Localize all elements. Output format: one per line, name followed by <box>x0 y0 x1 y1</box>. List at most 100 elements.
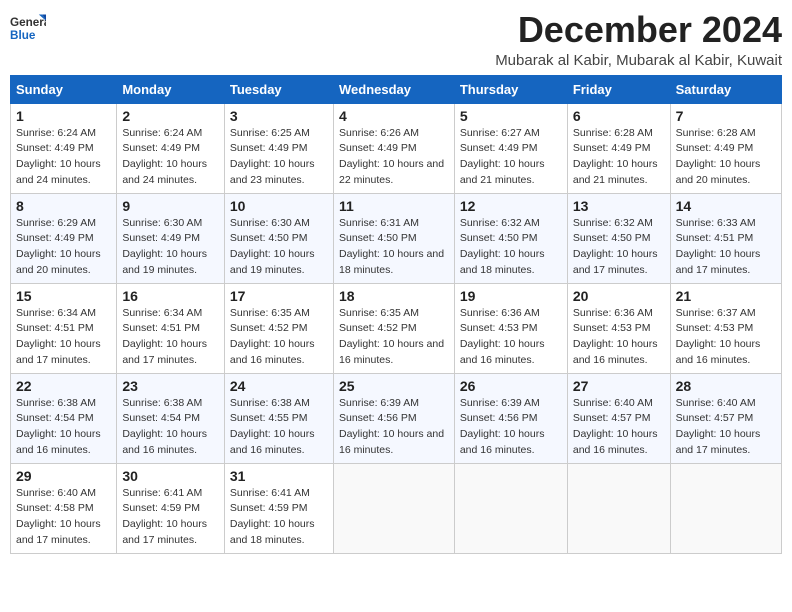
day-info: Sunrise: 6:40 AMSunset: 4:58 PMDaylight:… <box>16 487 101 546</box>
day-info: Sunrise: 6:32 AMSunset: 4:50 PMDaylight:… <box>460 217 545 276</box>
calendar-cell: 6 Sunrise: 6:28 AMSunset: 4:49 PMDayligh… <box>567 103 670 193</box>
day-number: 30 <box>122 468 219 484</box>
calendar-table: Sunday Monday Tuesday Wednesday Thursday… <box>10 75 782 554</box>
calendar-cell: 23 Sunrise: 6:38 AMSunset: 4:54 PMDaylig… <box>117 373 225 463</box>
logo: General Blue <box>10 10 48 46</box>
day-info: Sunrise: 6:40 AMSunset: 4:57 PMDaylight:… <box>573 397 658 456</box>
day-info: Sunrise: 6:34 AMSunset: 4:51 PMDaylight:… <box>16 307 101 366</box>
calendar-cell: 10 Sunrise: 6:30 AMSunset: 4:50 PMDaylig… <box>224 193 333 283</box>
calendar-cell: 12 Sunrise: 6:32 AMSunset: 4:50 PMDaylig… <box>454 193 567 283</box>
day-info: Sunrise: 6:25 AMSunset: 4:49 PMDaylight:… <box>230 127 315 186</box>
day-info: Sunrise: 6:34 AMSunset: 4:51 PMDaylight:… <box>122 307 207 366</box>
day-number: 9 <box>122 198 219 214</box>
day-info: Sunrise: 6:26 AMSunset: 4:49 PMDaylight:… <box>339 127 444 186</box>
calendar-cell: 20 Sunrise: 6:36 AMSunset: 4:53 PMDaylig… <box>567 283 670 373</box>
day-info: Sunrise: 6:27 AMSunset: 4:49 PMDaylight:… <box>460 127 545 186</box>
calendar-cell: 8 Sunrise: 6:29 AMSunset: 4:49 PMDayligh… <box>11 193 117 283</box>
day-number: 24 <box>230 378 328 394</box>
day-info: Sunrise: 6:29 AMSunset: 4:49 PMDaylight:… <box>16 217 101 276</box>
day-info: Sunrise: 6:24 AMSunset: 4:49 PMDaylight:… <box>16 127 101 186</box>
day-number: 23 <box>122 378 219 394</box>
day-number: 27 <box>573 378 665 394</box>
day-number: 6 <box>573 108 665 124</box>
calendar-cell: 9 Sunrise: 6:30 AMSunset: 4:49 PMDayligh… <box>117 193 225 283</box>
calendar-cell: 7 Sunrise: 6:28 AMSunset: 4:49 PMDayligh… <box>670 103 781 193</box>
day-number: 1 <box>16 108 111 124</box>
day-info: Sunrise: 6:33 AMSunset: 4:51 PMDaylight:… <box>676 217 761 276</box>
col-tuesday: Tuesday <box>224 75 333 103</box>
day-number: 15 <box>16 288 111 304</box>
day-number: 16 <box>122 288 219 304</box>
day-info: Sunrise: 6:37 AMSunset: 4:53 PMDaylight:… <box>676 307 761 366</box>
calendar-cell: 25 Sunrise: 6:39 AMSunset: 4:56 PMDaylig… <box>333 373 454 463</box>
col-friday: Friday <box>567 75 670 103</box>
day-number: 21 <box>676 288 776 304</box>
day-info: Sunrise: 6:41 AMSunset: 4:59 PMDaylight:… <box>230 487 315 546</box>
day-info: Sunrise: 6:30 AMSunset: 4:50 PMDaylight:… <box>230 217 315 276</box>
day-number: 14 <box>676 198 776 214</box>
day-info: Sunrise: 6:28 AMSunset: 4:49 PMDaylight:… <box>573 127 658 186</box>
calendar-week-row: 22 Sunrise: 6:38 AMSunset: 4:54 PMDaylig… <box>11 373 782 463</box>
day-number: 31 <box>230 468 328 484</box>
day-info: Sunrise: 6:39 AMSunset: 4:56 PMDaylight:… <box>339 397 444 456</box>
calendar-cell: 16 Sunrise: 6:34 AMSunset: 4:51 PMDaylig… <box>117 283 225 373</box>
day-number: 12 <box>460 198 562 214</box>
day-info: Sunrise: 6:35 AMSunset: 4:52 PMDaylight:… <box>230 307 315 366</box>
day-info: Sunrise: 6:38 AMSunset: 4:54 PMDaylight:… <box>16 397 101 456</box>
calendar-cell: 26 Sunrise: 6:39 AMSunset: 4:56 PMDaylig… <box>454 373 567 463</box>
day-info: Sunrise: 6:38 AMSunset: 4:54 PMDaylight:… <box>122 397 207 456</box>
day-number: 11 <box>339 198 449 214</box>
location-title: Mubarak al Kabir, Mubarak al Kabir, Kuwa… <box>495 52 782 69</box>
col-monday: Monday <box>117 75 225 103</box>
logo-icon: General Blue <box>10 10 46 46</box>
calendar-cell: 30 Sunrise: 6:41 AMSunset: 4:59 PMDaylig… <box>117 463 225 553</box>
calendar-cell <box>454 463 567 553</box>
day-number: 13 <box>573 198 665 214</box>
calendar-cell <box>333 463 454 553</box>
day-info: Sunrise: 6:31 AMSunset: 4:50 PMDaylight:… <box>339 217 444 276</box>
calendar-week-row: 8 Sunrise: 6:29 AMSunset: 4:49 PMDayligh… <box>11 193 782 283</box>
calendar-cell: 31 Sunrise: 6:41 AMSunset: 4:59 PMDaylig… <box>224 463 333 553</box>
calendar-cell: 2 Sunrise: 6:24 AMSunset: 4:49 PMDayligh… <box>117 103 225 193</box>
header-row: Sunday Monday Tuesday Wednesday Thursday… <box>11 75 782 103</box>
calendar-body: 1 Sunrise: 6:24 AMSunset: 4:49 PMDayligh… <box>11 103 782 553</box>
page-header: General Blue December 2024 Mubarak al Ka… <box>10 10 782 69</box>
calendar-cell: 22 Sunrise: 6:38 AMSunset: 4:54 PMDaylig… <box>11 373 117 463</box>
day-info: Sunrise: 6:32 AMSunset: 4:50 PMDaylight:… <box>573 217 658 276</box>
day-number: 22 <box>16 378 111 394</box>
day-info: Sunrise: 6:38 AMSunset: 4:55 PMDaylight:… <box>230 397 315 456</box>
day-info: Sunrise: 6:41 AMSunset: 4:59 PMDaylight:… <box>122 487 207 546</box>
calendar-cell: 4 Sunrise: 6:26 AMSunset: 4:49 PMDayligh… <box>333 103 454 193</box>
day-info: Sunrise: 6:36 AMSunset: 4:53 PMDaylight:… <box>460 307 545 366</box>
calendar-cell: 17 Sunrise: 6:35 AMSunset: 4:52 PMDaylig… <box>224 283 333 373</box>
calendar-week-row: 15 Sunrise: 6:34 AMSunset: 4:51 PMDaylig… <box>11 283 782 373</box>
calendar-cell <box>567 463 670 553</box>
day-number: 2 <box>122 108 219 124</box>
day-number: 7 <box>676 108 776 124</box>
day-info: Sunrise: 6:35 AMSunset: 4:52 PMDaylight:… <box>339 307 444 366</box>
calendar-cell: 18 Sunrise: 6:35 AMSunset: 4:52 PMDaylig… <box>333 283 454 373</box>
day-info: Sunrise: 6:30 AMSunset: 4:49 PMDaylight:… <box>122 217 207 276</box>
day-number: 8 <box>16 198 111 214</box>
calendar-cell: 27 Sunrise: 6:40 AMSunset: 4:57 PMDaylig… <box>567 373 670 463</box>
calendar-cell: 3 Sunrise: 6:25 AMSunset: 4:49 PMDayligh… <box>224 103 333 193</box>
day-number: 28 <box>676 378 776 394</box>
calendar-cell: 14 Sunrise: 6:33 AMSunset: 4:51 PMDaylig… <box>670 193 781 283</box>
day-number: 10 <box>230 198 328 214</box>
day-number: 19 <box>460 288 562 304</box>
day-info: Sunrise: 6:40 AMSunset: 4:57 PMDaylight:… <box>676 397 761 456</box>
day-number: 5 <box>460 108 562 124</box>
calendar-cell: 24 Sunrise: 6:38 AMSunset: 4:55 PMDaylig… <box>224 373 333 463</box>
title-area: December 2024 Mubarak al Kabir, Mubarak … <box>495 10 782 69</box>
calendar-cell: 19 Sunrise: 6:36 AMSunset: 4:53 PMDaylig… <box>454 283 567 373</box>
day-number: 18 <box>339 288 449 304</box>
day-info: Sunrise: 6:39 AMSunset: 4:56 PMDaylight:… <box>460 397 545 456</box>
calendar-cell: 15 Sunrise: 6:34 AMSunset: 4:51 PMDaylig… <box>11 283 117 373</box>
day-info: Sunrise: 6:24 AMSunset: 4:49 PMDaylight:… <box>122 127 207 186</box>
day-info: Sunrise: 6:28 AMSunset: 4:49 PMDaylight:… <box>676 127 761 186</box>
day-number: 3 <box>230 108 328 124</box>
calendar-cell: 11 Sunrise: 6:31 AMSunset: 4:50 PMDaylig… <box>333 193 454 283</box>
calendar-cell <box>670 463 781 553</box>
calendar-cell: 29 Sunrise: 6:40 AMSunset: 4:58 PMDaylig… <box>11 463 117 553</box>
calendar-cell: 13 Sunrise: 6:32 AMSunset: 4:50 PMDaylig… <box>567 193 670 283</box>
